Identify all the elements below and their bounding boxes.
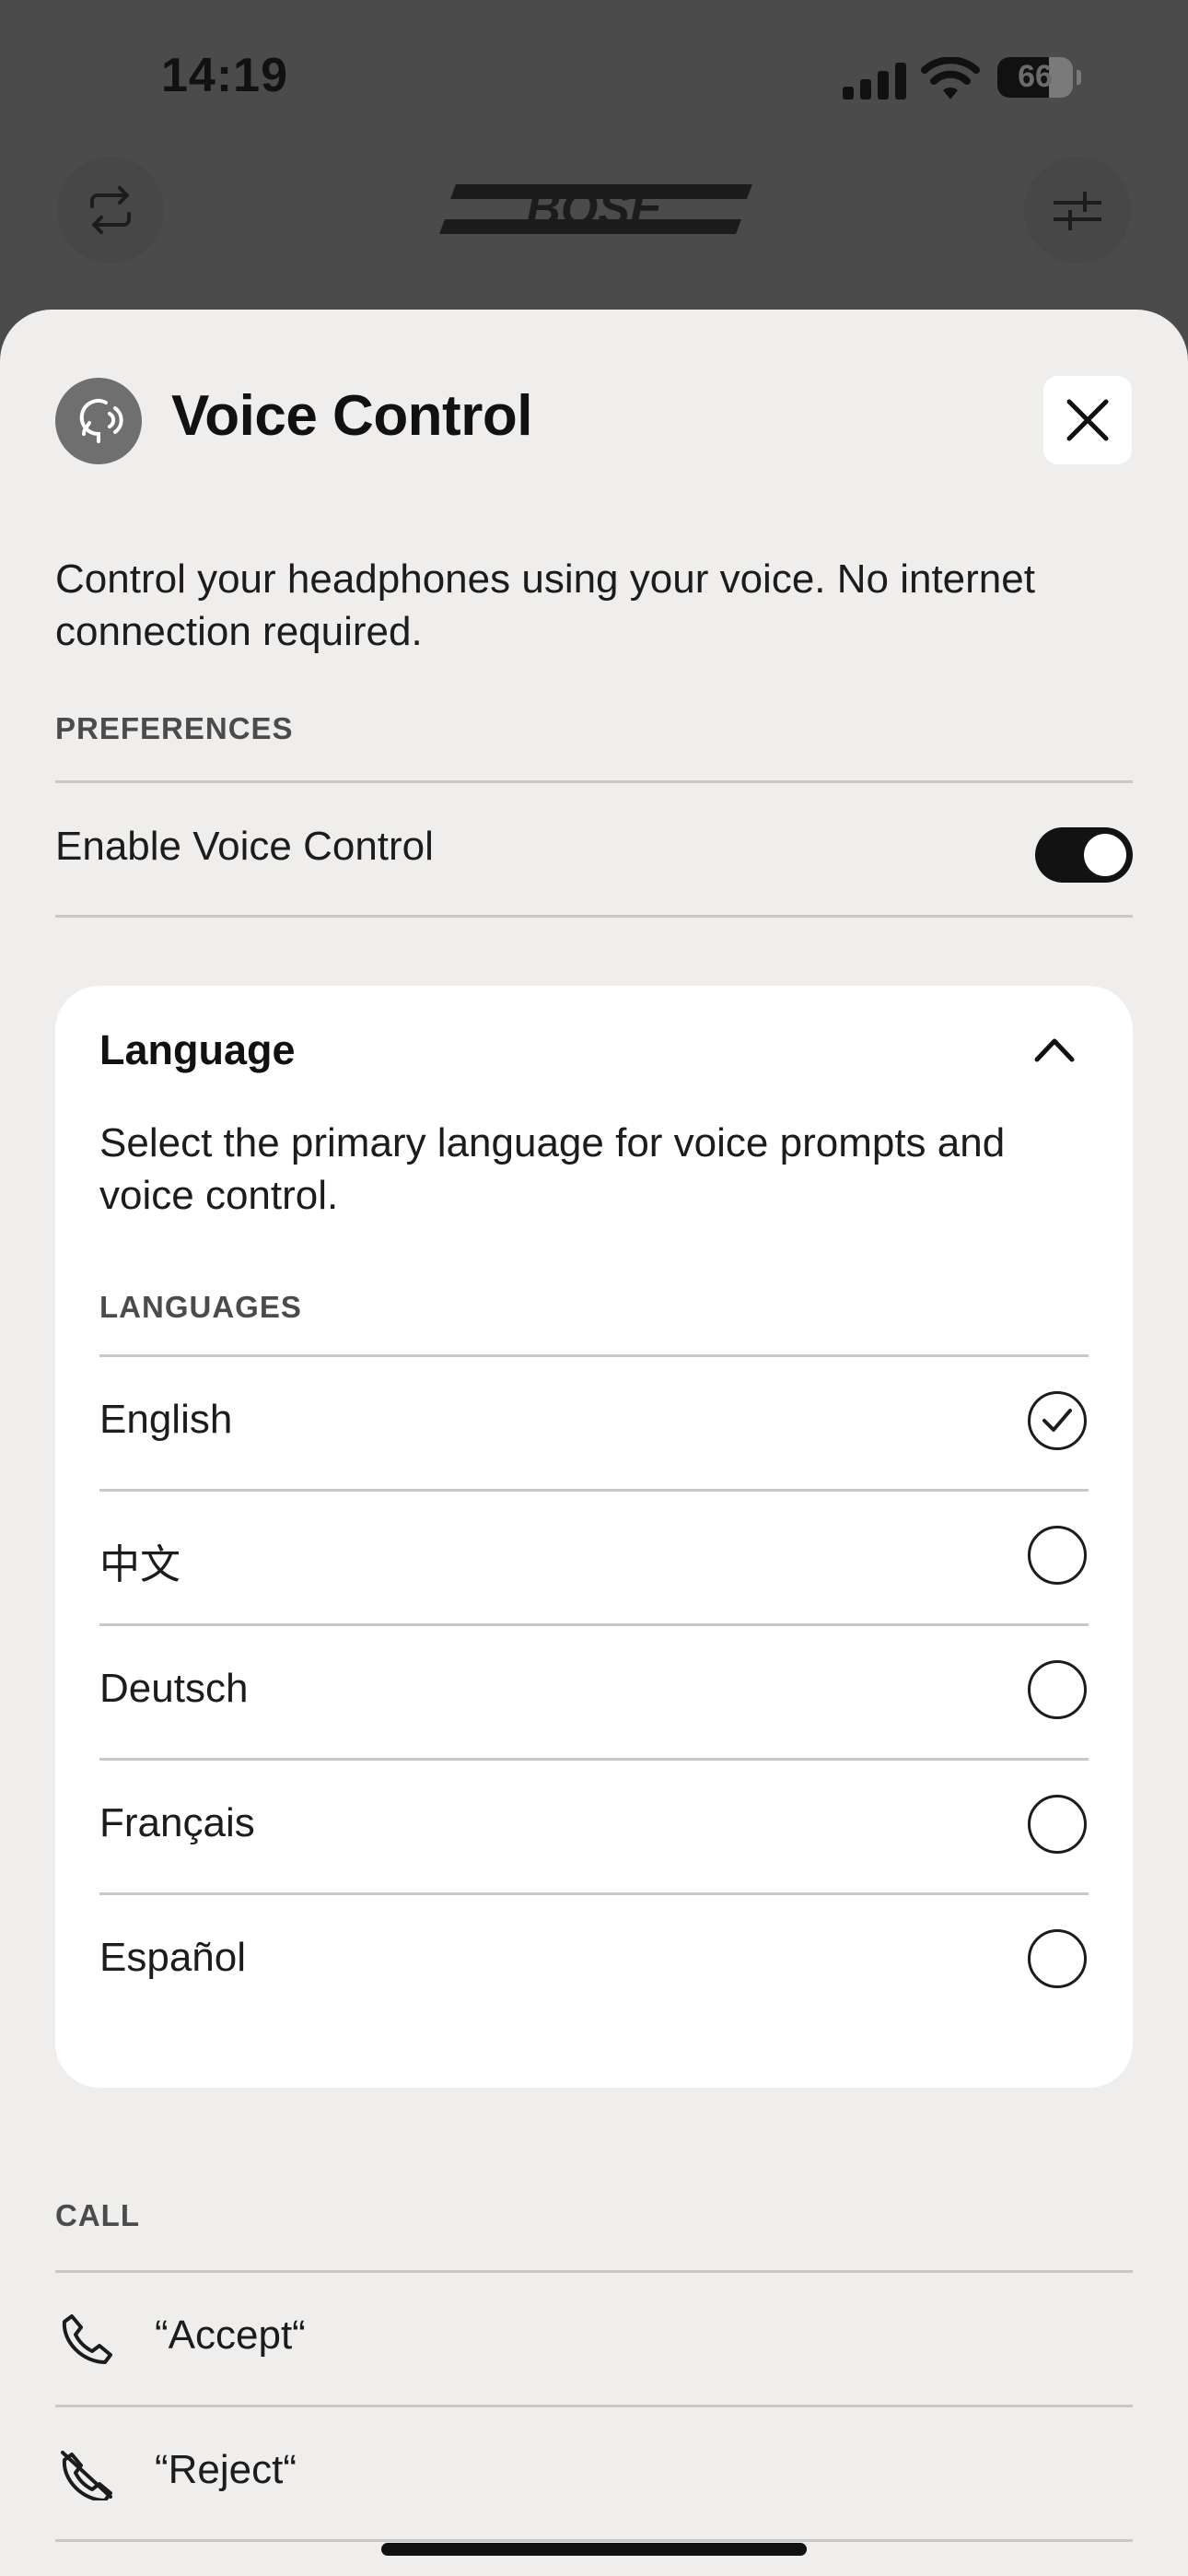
- language-option-chinese[interactable]: 中文: [99, 1489, 1089, 1623]
- language-name: 中文: [99, 1542, 181, 1587]
- language-option-french[interactable]: Français: [99, 1758, 1089, 1892]
- status-time: 14:19: [161, 49, 288, 102]
- divider: [99, 1892, 1089, 1895]
- divider: [55, 2405, 1133, 2407]
- voice-control-sheet: Voice Control Control your headphones us…: [0, 310, 1188, 2576]
- radio-selected[interactable]: [1028, 1391, 1087, 1450]
- phone-icon: [62, 2314, 112, 2364]
- sheet-title: Voice Control: [171, 384, 532, 448]
- language-title: Language: [99, 1026, 296, 1073]
- voice-control-icon-badge: [55, 378, 142, 464]
- language-option-german[interactable]: Deutsch: [99, 1623, 1089, 1758]
- divider: [99, 1758, 1089, 1761]
- wifi-icon: [921, 57, 980, 100]
- phone-off-icon: [61, 2451, 112, 2500]
- close-icon: [1066, 399, 1109, 441]
- divider: [55, 780, 1133, 783]
- toggle-knob: [1084, 834, 1126, 876]
- enable-voice-control-toggle[interactable]: [1035, 827, 1133, 883]
- battery-indicator: 66: [997, 57, 1081, 100]
- call-command-text: “Reject“: [155, 2447, 297, 2492]
- language-card: Language Select the primary language for…: [55, 986, 1133, 2088]
- language-option-spanish[interactable]: Español: [99, 1892, 1089, 2027]
- preferences-label: PREFERENCES: [55, 711, 294, 745]
- equalizer-button[interactable]: [1024, 157, 1131, 263]
- divider: [99, 1623, 1089, 1626]
- switch-device-button[interactable]: [57, 157, 164, 263]
- divider: [55, 915, 1133, 918]
- language-name: Español: [99, 1935, 247, 1980]
- call-label: CALL: [55, 2198, 140, 2232]
- divider: [99, 1354, 1089, 1357]
- call-command-reject[interactable]: “Reject“: [55, 2405, 1133, 2539]
- bose-logo: BOSE: [439, 182, 752, 236]
- enable-voice-control-label: Enable Voice Control: [55, 824, 434, 869]
- divider: [55, 2539, 1133, 2542]
- radio-unselected[interactable]: [1028, 1929, 1087, 1988]
- checkmark-icon: [1042, 1409, 1072, 1432]
- battery-level: 66: [1018, 59, 1053, 94]
- divider: [55, 2270, 1133, 2273]
- language-name: Français: [99, 1800, 255, 1845]
- sheet-description: Control your headphones using your voice…: [55, 556, 1035, 654]
- swap-arrows-icon: [90, 186, 131, 234]
- languages-label: LANGUAGES: [99, 1290, 302, 1324]
- close-button[interactable]: [1043, 376, 1132, 464]
- speaking-head-icon: [79, 399, 123, 443]
- chevron-up-icon[interactable]: [1033, 1032, 1076, 1065]
- language-name: Deutsch: [99, 1666, 249, 1711]
- radio-unselected[interactable]: [1028, 1795, 1087, 1854]
- radio-unselected[interactable]: [1028, 1526, 1087, 1585]
- call-command-accept[interactable]: “Accept“: [55, 2270, 1133, 2405]
- cellular-signal-icon: [843, 63, 906, 100]
- brand-text: BOSE: [526, 182, 663, 236]
- home-indicator[interactable]: [381, 2543, 807, 2556]
- sliders-icon: [1054, 192, 1101, 230]
- language-name: English: [99, 1397, 233, 1442]
- background-app-header: 14:19 66 BOSE: [0, 0, 1188, 350]
- radio-unselected[interactable]: [1028, 1660, 1087, 1719]
- language-description: Select the primary language for voice pr…: [99, 1120, 1006, 1218]
- call-command-text: “Accept“: [155, 2313, 306, 2358]
- language-option-english[interactable]: English: [99, 1354, 1089, 1489]
- divider: [99, 1489, 1089, 1492]
